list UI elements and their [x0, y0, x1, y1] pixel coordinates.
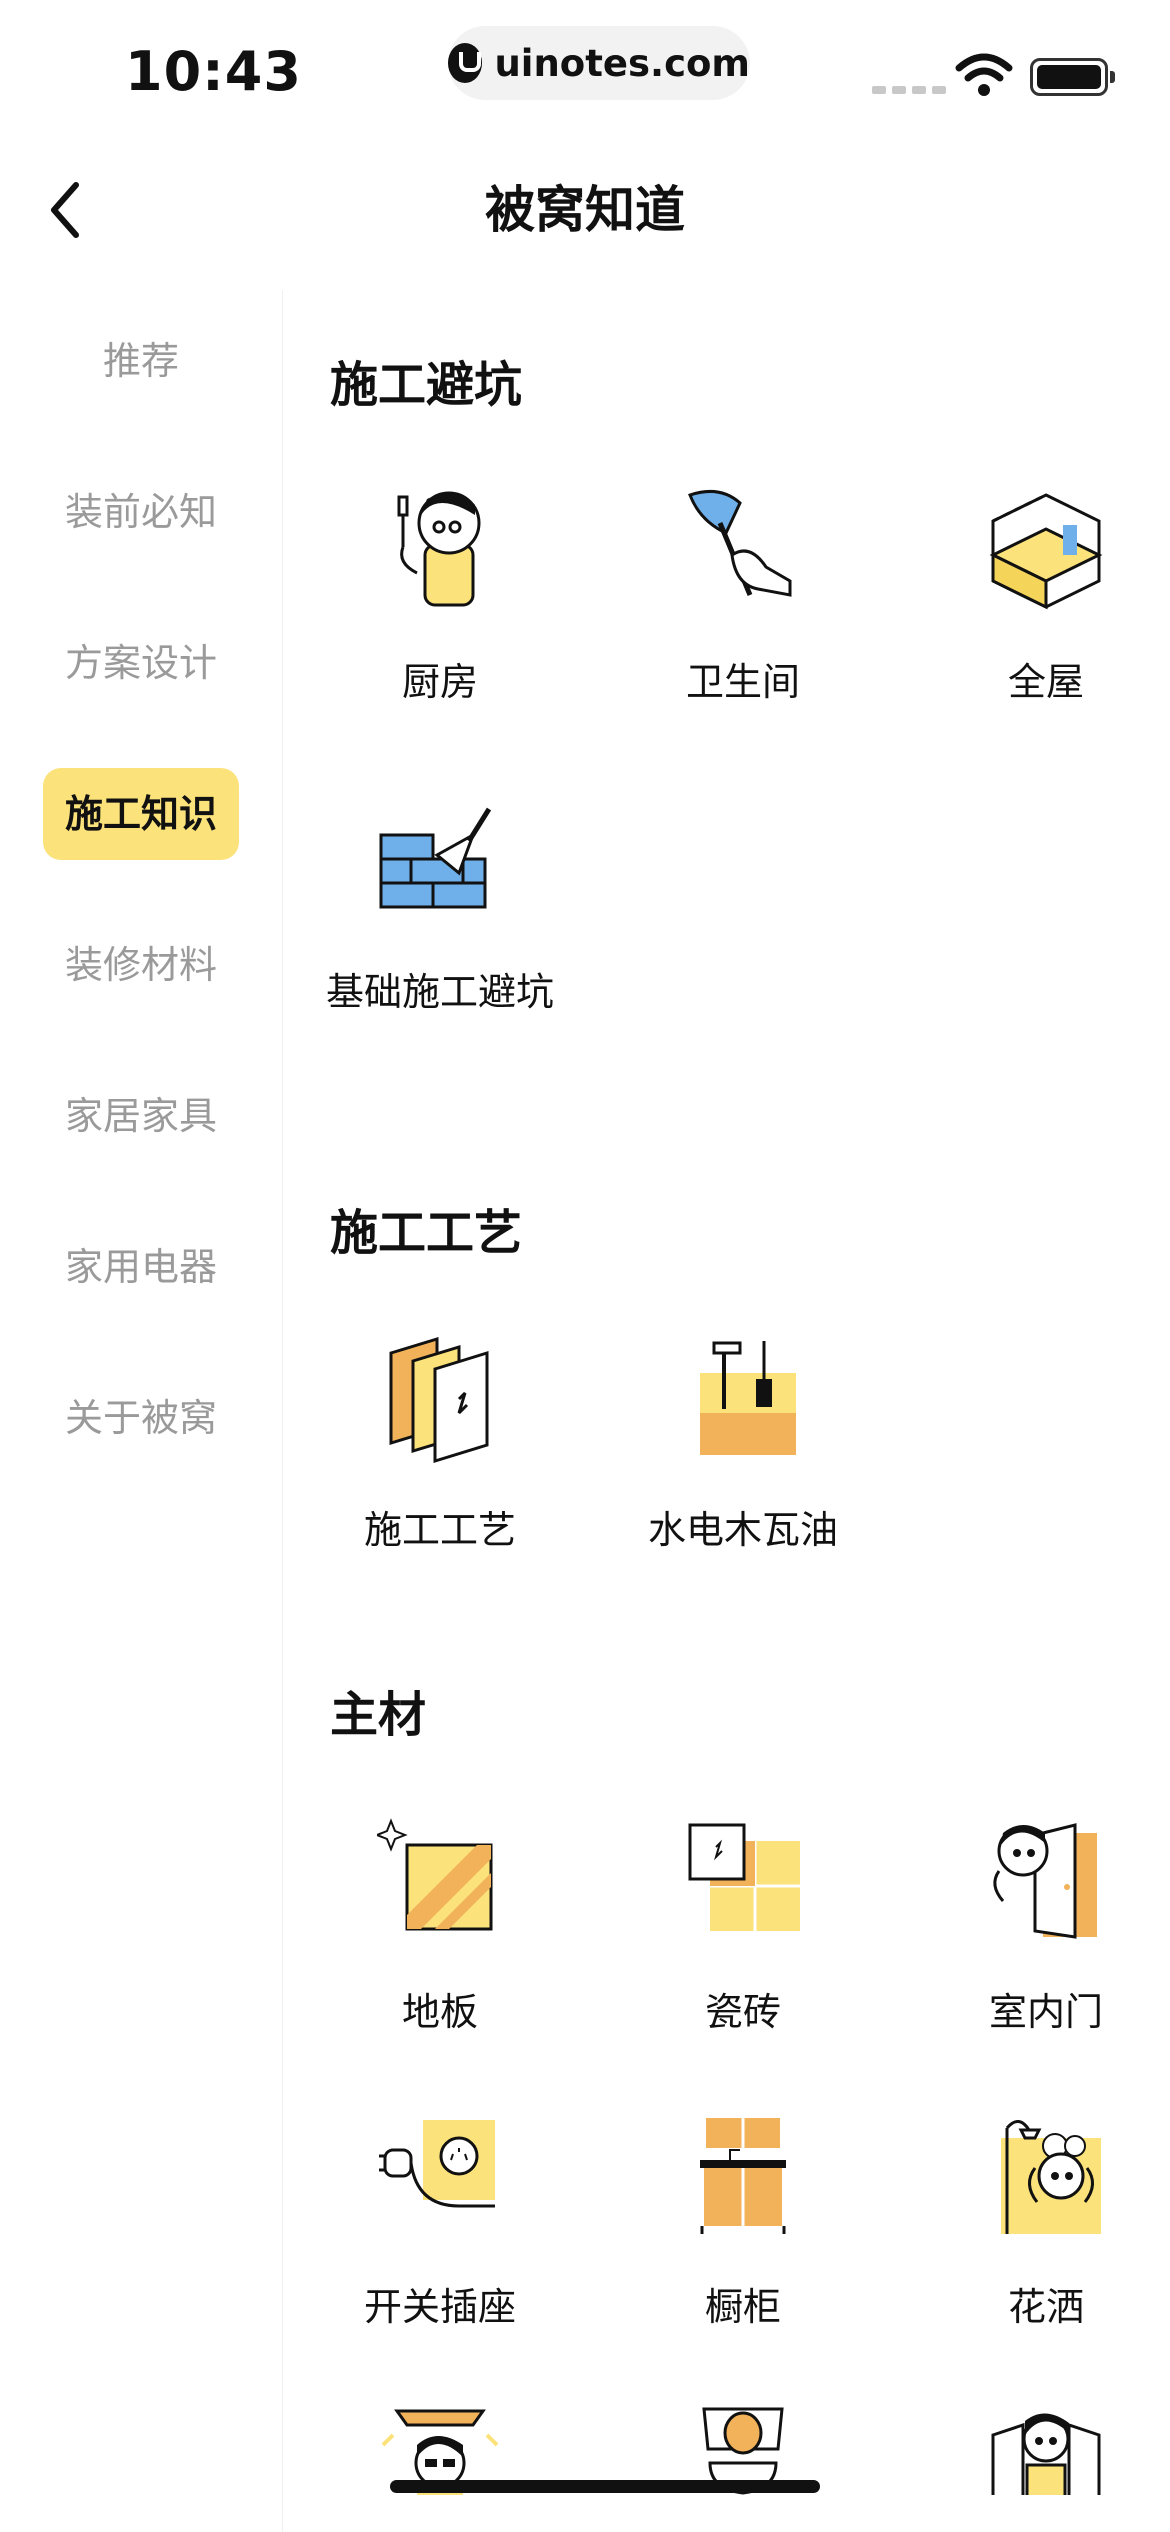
brick-trowel-icon: [379, 807, 492, 909]
item-basic-pitfalls[interactable]: 基础施工避坑: [295, 795, 585, 1045]
sidebar-item-recommend[interactable]: 推荐: [0, 315, 282, 407]
item-label: 卫生间: [685, 660, 800, 704]
site-logo-icon: [448, 43, 483, 83]
item-label: 室内门: [988, 1990, 1103, 2034]
item-tile[interactable]: 瓷砖: [598, 1815, 888, 2065]
cellular-signal-icon: [872, 86, 946, 94]
back-button[interactable]: [40, 175, 90, 245]
status-time: 10:43: [125, 40, 302, 103]
item-label: 施工工艺: [363, 1508, 516, 1552]
item-label: 瓷砖: [704, 1990, 781, 2034]
section-title-pitfalls: 施工避坑: [330, 357, 523, 413]
sidebar-item-furniture[interactable]: 家居家具: [0, 1070, 282, 1162]
sidebar-item-before-renovation[interactable]: 装前必知: [0, 466, 282, 558]
shower-icon: [1001, 2120, 1101, 2234]
item-whole-house[interactable]: 全屋: [901, 485, 1170, 735]
page-title: 被窝知道: [485, 181, 685, 239]
window-icon: [991, 2413, 1101, 2495]
item-label: 全屋: [1007, 660, 1084, 704]
item-label: 花洒: [1007, 2285, 1084, 2329]
item-bathroom[interactable]: 卫生间: [598, 485, 888, 735]
item-trades[interactable]: 水电木瓦油: [598, 1333, 888, 1583]
item-shower[interactable]: 花洒: [901, 2110, 1170, 2360]
panels-icon: [389, 1336, 489, 1464]
category-sidebar: 推荐 装前必知 方案设计 施工知识 装修材料 家居家具 家用电器 关于被窝: [0, 290, 283, 2532]
chef-icon: [397, 491, 481, 607]
item-label: 厨房: [401, 660, 478, 704]
home-indicator[interactable]: [390, 2480, 820, 2493]
item-label: 地板: [401, 1990, 478, 2034]
item-interior-door[interactable]: 室内门: [901, 1815, 1170, 2065]
url-text: uinotes.com: [494, 41, 750, 85]
item-switch-socket[interactable]: 开关插座: [295, 2110, 585, 2360]
item-label: 橱柜: [704, 2285, 781, 2329]
door-icon: [993, 1823, 1097, 1939]
status-bar: 10:43 uinotes.com: [0, 0, 1170, 140]
sidebar-item-construction[interactable]: 施工知识: [43, 768, 239, 860]
item-craft[interactable]: 施工工艺: [295, 1333, 585, 1583]
battery-icon: [1030, 58, 1115, 96]
item-label: 水电木瓦油: [647, 1508, 838, 1552]
item-label: 开关插座: [363, 2285, 516, 2329]
floor-icon: [377, 1818, 493, 1931]
tile-icon: [688, 1823, 800, 1931]
item-label: 基础施工避坑: [325, 970, 554, 1014]
toolbox-icon: [700, 1341, 796, 1455]
chevron-left-icon: [51, 182, 79, 238]
item-window[interactable]: [901, 2405, 1170, 2495]
sidebar-item-about[interactable]: 关于被窝: [0, 1372, 282, 1464]
item-kitchen[interactable]: 厨房: [295, 485, 585, 735]
socket-icon: [379, 2120, 495, 2208]
item-cabinet[interactable]: 橱柜: [598, 2110, 888, 2360]
room-cube-icon: [989, 493, 1103, 610]
sidebar-item-appliances[interactable]: 家用电器: [0, 1221, 282, 1313]
sidebar-item-design[interactable]: 方案设计: [0, 617, 282, 709]
sidebar-item-materials[interactable]: 装修材料: [0, 919, 282, 1011]
cabinet-icon: [700, 2118, 786, 2234]
plunger-icon: [688, 489, 792, 597]
section-title-craft: 施工工艺: [330, 1205, 523, 1261]
item-floor[interactable]: 地板: [295, 1815, 585, 2065]
url-pill[interactable]: uinotes.com: [448, 26, 750, 100]
wifi-icon: [955, 53, 1013, 96]
section-title-main-materials: 主材: [330, 1687, 427, 1743]
